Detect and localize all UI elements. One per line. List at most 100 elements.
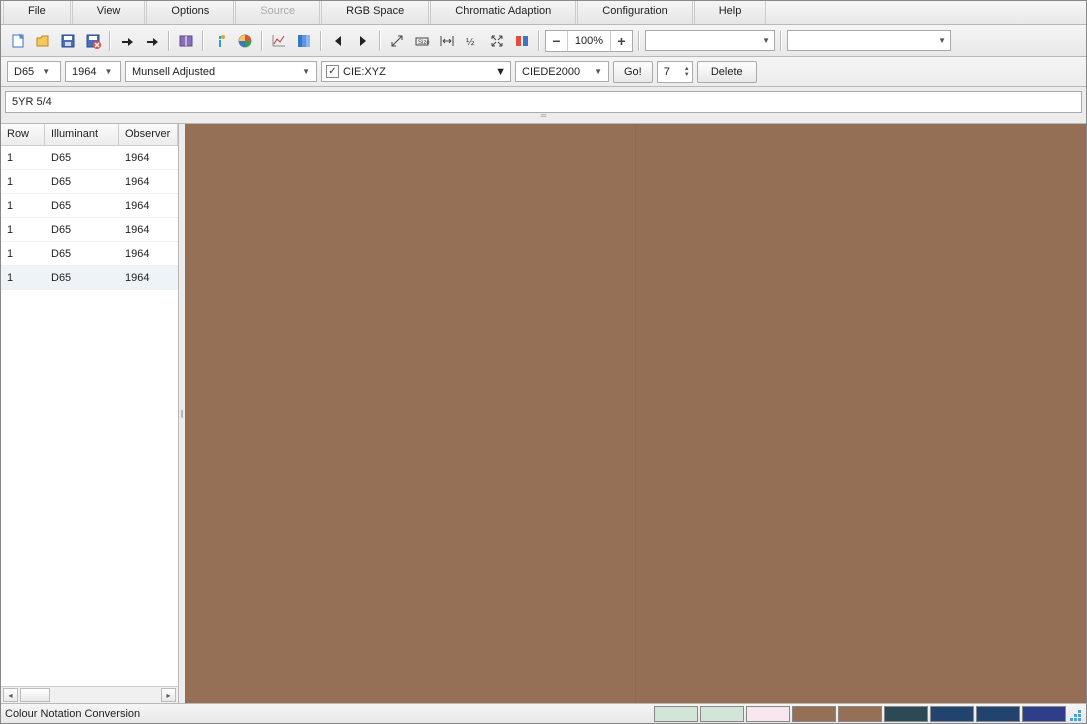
color-swatch[interactable] [746, 706, 790, 722]
color-swatch[interactable] [792, 706, 836, 722]
zoom-value[interactable]: 100% [568, 35, 610, 47]
data-table-panel: Row Illuminant Observer 1D6519641D651964… [1, 124, 179, 703]
options-bar: D65▼ 1964▼ Munsell Adjusted▼ ✓ CIE:XYZ▼ … [1, 57, 1086, 87]
menu-bar: File View Options Source RGB Space Chrom… [1, 1, 1086, 25]
zoom-out-button[interactable]: − [546, 31, 568, 51]
open-icon[interactable] [32, 30, 54, 52]
table-body: 1D6519641D6519641D6519641D6519641D651964… [1, 146, 178, 686]
cell-illuminant: D65 [45, 200, 119, 212]
color-swatch[interactable] [976, 706, 1020, 722]
scroll-left-icon[interactable]: ◂ [3, 688, 18, 702]
cell-observer: 1964 [119, 224, 178, 236]
toolbar-combo-2[interactable]: ▼ [787, 30, 951, 51]
table-row[interactable]: 1D651964 [1, 266, 178, 290]
chart-icon[interactable] [268, 30, 290, 52]
cell-row: 1 [1, 248, 45, 260]
observer-select[interactable]: 1964▼ [65, 61, 121, 82]
cell-row: 1 [1, 272, 45, 284]
fit-width-icon[interactable] [436, 30, 458, 52]
table-header: Row Illuminant Observer [1, 124, 178, 146]
table-row[interactable]: 1D651964 [1, 170, 178, 194]
color-swatch[interactable] [930, 706, 974, 722]
menu-source: Source [235, 1, 320, 24]
cell-observer: 1964 [119, 152, 178, 164]
svg-text:½: ½ [466, 37, 475, 48]
info-icon[interactable] [209, 30, 231, 52]
arrow-right-icon[interactable] [352, 30, 374, 52]
expand-icon[interactable] [486, 30, 508, 52]
toolbar-combo-1[interactable]: ▼ [645, 30, 775, 51]
go-button[interactable]: Go! [613, 61, 653, 83]
horizontal-splitter[interactable]: ═ [1, 113, 1086, 121]
resize-diag-icon[interactable] [386, 30, 408, 52]
menu-file[interactable]: File [3, 1, 71, 24]
menu-help[interactable]: Help [694, 1, 767, 24]
svg-text:Size: Size [418, 40, 430, 46]
menu-view[interactable]: View [72, 1, 146, 24]
swatch-strip [654, 706, 1068, 722]
new-icon[interactable] [7, 30, 29, 52]
table-row[interactable]: 1D651964 [1, 218, 178, 242]
col-header-illuminant[interactable]: Illuminant [45, 124, 119, 145]
color-swatch[interactable] [884, 706, 928, 722]
illuminant-select[interactable]: D65▼ [7, 61, 61, 82]
half-icon[interactable]: ½ [461, 30, 483, 52]
menu-options[interactable]: Options [146, 1, 234, 24]
menu-chromatic-adaption[interactable]: Chromatic Adaption [430, 1, 576, 24]
cell-row: 1 [1, 176, 45, 188]
horizontal-scrollbar[interactable]: ◂ ▸ [1, 686, 178, 703]
main-area: Row Illuminant Observer 1D6519641D651964… [1, 123, 1086, 703]
cell-illuminant: D65 [45, 224, 119, 236]
compare-icon[interactable] [511, 30, 533, 52]
color-swatch[interactable] [838, 706, 882, 722]
cell-observer: 1964 [119, 248, 178, 260]
size-icon[interactable]: Size [411, 30, 433, 52]
gradient-icon[interactable] [293, 30, 315, 52]
color-swatch[interactable] [654, 706, 698, 722]
menu-configuration[interactable]: Configuration [577, 1, 692, 24]
cell-illuminant: D65 [45, 176, 119, 188]
save-disabled-icon[interactable] [82, 30, 104, 52]
export-icon[interactable] [141, 30, 163, 52]
zoom-control: − 100% + [545, 30, 633, 52]
cell-row: 1 [1, 200, 45, 212]
cell-observer: 1964 [119, 176, 178, 188]
colorspace-select[interactable]: ✓ CIE:XYZ▼ [321, 61, 511, 82]
book-icon[interactable] [175, 30, 197, 52]
color-swatch[interactable] [1022, 706, 1066, 722]
cell-illuminant: D65 [45, 152, 119, 164]
color-swatch[interactable] [700, 706, 744, 722]
status-text: Colour Notation Conversion [5, 708, 654, 720]
menu-rgb-space[interactable]: RGB Space [321, 1, 429, 24]
cell-observer: 1964 [119, 272, 178, 284]
colorspace-checkbox[interactable]: ✓ [326, 65, 339, 78]
resize-grip-icon[interactable] [1068, 706, 1082, 722]
delta-e-select[interactable]: CIEDE2000▼ [515, 61, 609, 82]
cell-illuminant: D65 [45, 272, 119, 284]
zoom-in-button[interactable]: + [610, 31, 632, 51]
col-header-row[interactable]: Row [1, 124, 45, 145]
table-row[interactable]: 1D651964 [1, 242, 178, 266]
notation-select[interactable]: Munsell Adjusted▼ [125, 61, 317, 82]
color-wheel-icon[interactable] [234, 30, 256, 52]
cell-observer: 1964 [119, 200, 178, 212]
arrow-left-icon[interactable] [327, 30, 349, 52]
cell-row: 1 [1, 224, 45, 236]
preview-left [185, 124, 636, 703]
cell-illuminant: D65 [45, 248, 119, 260]
color-notation-field[interactable]: 5YR 5/4 [5, 91, 1082, 113]
import-icon[interactable] [116, 30, 138, 52]
preview-right [636, 124, 1086, 703]
color-preview [185, 124, 1086, 703]
toolbar: Size ½ − 100% + ▼ ▼ [1, 25, 1086, 57]
table-row[interactable]: 1D651964 [1, 194, 178, 218]
count-spinner[interactable]: 7▲▼ [657, 61, 693, 83]
delete-button[interactable]: Delete [697, 61, 757, 83]
save-icon[interactable] [57, 30, 79, 52]
scroll-right-icon[interactable]: ▸ [161, 688, 176, 702]
scroll-thumb[interactable] [20, 688, 50, 702]
status-bar: Colour Notation Conversion [1, 703, 1086, 723]
col-header-observer[interactable]: Observer [119, 124, 178, 145]
table-row[interactable]: 1D651964 [1, 146, 178, 170]
cell-row: 1 [1, 152, 45, 164]
